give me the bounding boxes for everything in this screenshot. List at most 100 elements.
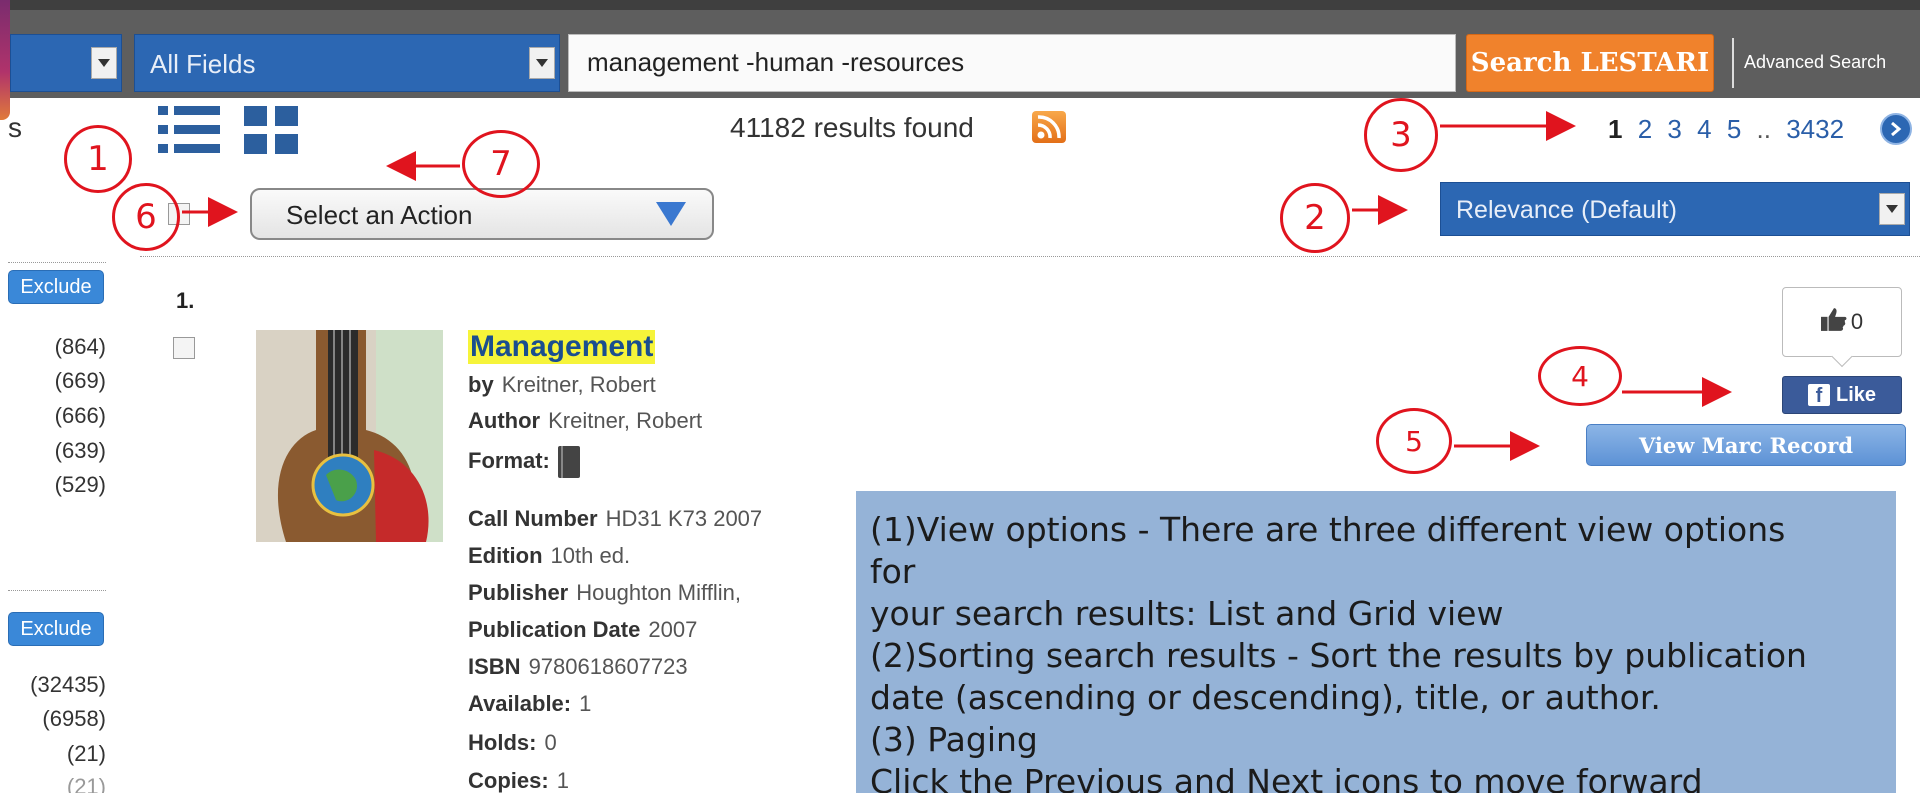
field-value[interactable]: Kreitner, Robert xyxy=(502,372,656,397)
record-checkbox[interactable] xyxy=(173,337,195,359)
field-value: 9780618607723 xyxy=(528,654,688,679)
grid-view-icon[interactable] xyxy=(244,104,298,156)
field-label: Available: xyxy=(468,691,572,716)
sort-select-value: Relevance (Default) xyxy=(1456,196,1677,224)
help-line: date (ascending or descending), title, o… xyxy=(870,678,1661,717)
record-field: Copies: 1 xyxy=(468,768,569,793)
facet-count[interactable]: (6958) xyxy=(42,706,106,732)
results-count: 41182 results found xyxy=(730,112,974,143)
record-field: Publication Date 2007 xyxy=(468,617,697,643)
annotation-marker-1: 1 xyxy=(64,125,132,193)
like-count: 0 xyxy=(1850,309,1864,334)
scope-select[interactable] xyxy=(10,34,122,92)
help-line: Click the Previous and Next icons to mov… xyxy=(870,762,1703,793)
field-label: Copies: xyxy=(468,768,549,793)
exclude-button[interactable]: Exclude xyxy=(8,270,104,304)
field-label: Format: xyxy=(468,447,550,473)
field-label: Call Number xyxy=(468,506,598,531)
chevron-down-icon[interactable] xyxy=(529,47,555,79)
view-marc-record-button[interactable]: View Marc Record xyxy=(1586,424,1906,466)
page-link[interactable]: 3 xyxy=(1667,114,1681,144)
record-field: ISBN 9780618607723 xyxy=(468,654,688,680)
search-button[interactable]: Search LESTARI xyxy=(1466,34,1714,92)
pagination: 1 2 3 4 5 .. 3432 xyxy=(1608,114,1852,145)
record-field: Holds: 0 xyxy=(468,730,557,756)
facebook-like-button[interactable]: f Like xyxy=(1782,376,1902,414)
annotation-marker-7: 7 xyxy=(462,130,540,198)
record-field: Publisher Houghton Mifflin, xyxy=(468,580,741,606)
chevron-down-icon[interactable] xyxy=(91,47,117,79)
record-field: Author Kreitner, Robert xyxy=(468,408,702,434)
field-value[interactable]: Kreitner, Robert xyxy=(548,408,702,433)
exclude-button[interactable]: Exclude xyxy=(8,612,104,646)
facebook-like-label: Like xyxy=(1835,383,1877,406)
chevron-right-icon[interactable] xyxy=(1880,113,1912,145)
facet-divider xyxy=(8,590,106,591)
field-label: Publication Date xyxy=(468,617,641,642)
page-link-current[interactable]: 1 xyxy=(1608,114,1622,144)
separator xyxy=(1732,38,1734,88)
rss-icon[interactable] xyxy=(1032,111,1066,143)
annotation-marker-3: 3 xyxy=(1364,98,1438,172)
facet-count[interactable]: (21) xyxy=(67,774,106,793)
sort-select[interactable]: Relevance (Default) xyxy=(1440,182,1910,236)
page-link[interactable]: 2 xyxy=(1638,114,1652,144)
record-field: Edition 10th ed. xyxy=(468,543,630,569)
facet-count[interactable]: (666) xyxy=(55,403,106,429)
page-link-last[interactable]: 3432 xyxy=(1786,114,1844,144)
brand-accent xyxy=(0,0,10,120)
search-bar: All Fields management -human -resources … xyxy=(10,0,1920,98)
like-count-box: 0 xyxy=(1782,287,1902,357)
field-label: Author xyxy=(468,408,541,433)
search-input[interactable]: management -human -resources xyxy=(568,34,1456,92)
facet-count[interactable]: (21) xyxy=(67,741,106,767)
thumbs-up-icon xyxy=(1820,307,1847,338)
field-label: Edition xyxy=(468,543,543,568)
facet-count[interactable]: (669) xyxy=(55,368,106,394)
search-field-value: All Fields xyxy=(150,49,256,79)
record-field: Call Number HD31 K73 2007 xyxy=(468,506,762,532)
field-label: Holds: xyxy=(468,730,537,755)
action-select-value: Select an Action xyxy=(286,200,473,230)
field-label: ISBN xyxy=(468,654,521,679)
list-view-icon[interactable] xyxy=(158,104,220,156)
facet-count[interactable]: (864) xyxy=(55,334,106,360)
facet-divider xyxy=(8,262,106,263)
chevron-down-icon[interactable] xyxy=(1879,193,1905,225)
annotation-marker-6: 6 xyxy=(112,183,180,251)
page-ellipsis: .. xyxy=(1756,114,1771,144)
help-callout: (1)View options - There are three differ… xyxy=(856,491,1896,793)
record-title[interactable]: Management xyxy=(468,330,656,364)
search-field-select[interactable]: All Fields xyxy=(134,34,560,92)
advanced-search-link[interactable]: Advanced Search xyxy=(1744,52,1886,73)
help-line: for xyxy=(870,552,916,591)
record-field: Format: xyxy=(468,446,580,478)
record-number: 1. xyxy=(176,288,195,313)
help-line: (2)Sorting search results - Sort the res… xyxy=(870,636,1807,675)
annotation-marker-4: 4 xyxy=(1538,346,1622,406)
field-value: HD31 K73 2007 xyxy=(605,506,763,531)
book-icon xyxy=(557,446,580,478)
facet-title: s xyxy=(8,112,22,143)
facebook-icon: f xyxy=(1807,384,1830,407)
results-divider xyxy=(140,256,1920,257)
field-value: 1 xyxy=(556,768,569,793)
field-value: 10th ed. xyxy=(550,543,631,568)
annotation-marker-2: 2 xyxy=(1280,183,1350,253)
page-link[interactable]: 5 xyxy=(1727,114,1741,144)
page-link[interactable]: 4 xyxy=(1697,114,1711,144)
facet-count[interactable]: (639) xyxy=(55,438,106,464)
chevron-down-icon xyxy=(656,202,686,231)
record-field: Available: 1 xyxy=(468,691,591,717)
field-value: 2007 xyxy=(648,617,698,642)
field-label: Publisher xyxy=(468,580,569,605)
facet-count[interactable]: (529) xyxy=(55,472,106,498)
field-value: 1 xyxy=(579,691,592,716)
help-line: your search results: List and Grid view xyxy=(870,594,1504,633)
field-value: 0 xyxy=(544,730,557,755)
action-select[interactable]: Select an Action xyxy=(250,188,714,240)
facet-count[interactable]: (32435) xyxy=(30,672,106,698)
book-cover[interactable] xyxy=(256,330,443,542)
help-line: (3) Paging xyxy=(870,720,1038,759)
annotation-marker-5: 5 xyxy=(1376,408,1452,474)
